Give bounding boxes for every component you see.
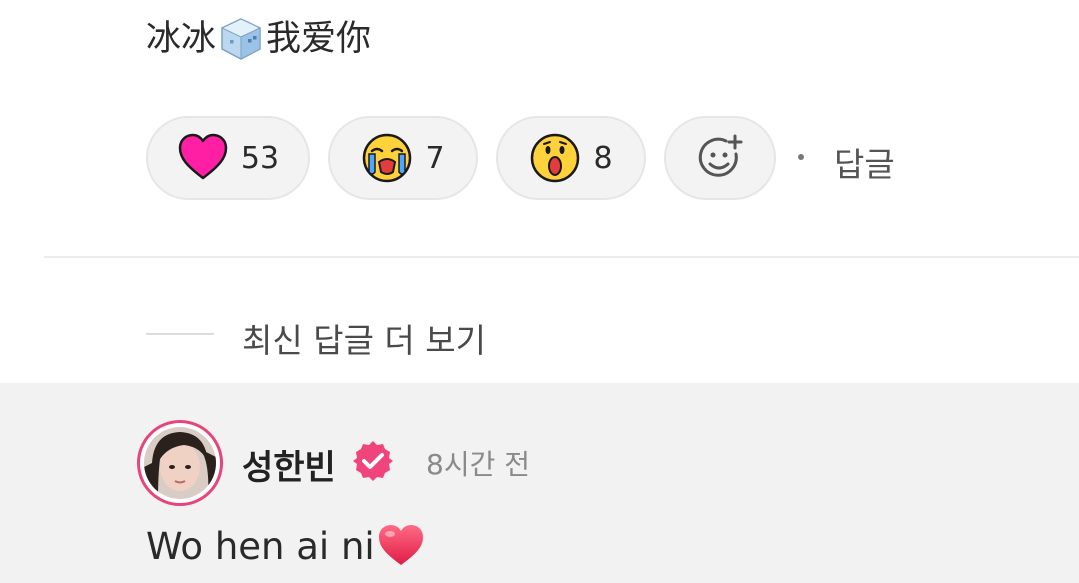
avatar[interactable] [137,420,223,506]
reply-author-name[interactable]: 성한빈 [242,440,336,489]
comment-text: 冰冰 我爱你 [146,16,371,62]
reply-text-content: Wo hen ai ni [146,524,375,568]
comment-text-part-2: 我爱你 [266,19,372,59]
reaction-heart-count: 53 [240,140,280,176]
separator-dot [798,154,804,160]
heart-icon [177,132,229,184]
avatar-image [144,427,216,499]
shocked-face-icon [529,132,581,184]
reaction-bar: 53 7 8 [146,116,794,200]
reaction-cry-count: 7 [425,140,445,176]
red-heart-icon [377,523,425,569]
reaction-shock-button[interactable]: 8 [496,116,646,200]
ice-cube-icon [218,16,264,62]
reply-timestamp: 8시간 전 [426,448,530,481]
add-reaction-icon [694,132,746,184]
crying-face-icon [361,132,413,184]
comment-text-part-1: 冰冰 [146,19,217,59]
more-replies-button[interactable]: 최신 답글 더 보기 [242,314,486,362]
reply-button[interactable]: 답글 [834,138,895,186]
reaction-shock-count: 8 [593,140,613,176]
divider [44,256,1079,258]
reaction-heart-button[interactable]: 53 [146,116,310,200]
reply-text: Wo hen ai ni [146,523,425,569]
verified-icon [351,439,395,483]
add-reaction-button[interactable] [664,116,776,200]
reaction-cry-button[interactable]: 7 [328,116,478,200]
reply-item: 성한빈 8시간 전 Wo hen ai ni [0,383,1079,583]
more-replies-line [146,333,214,335]
